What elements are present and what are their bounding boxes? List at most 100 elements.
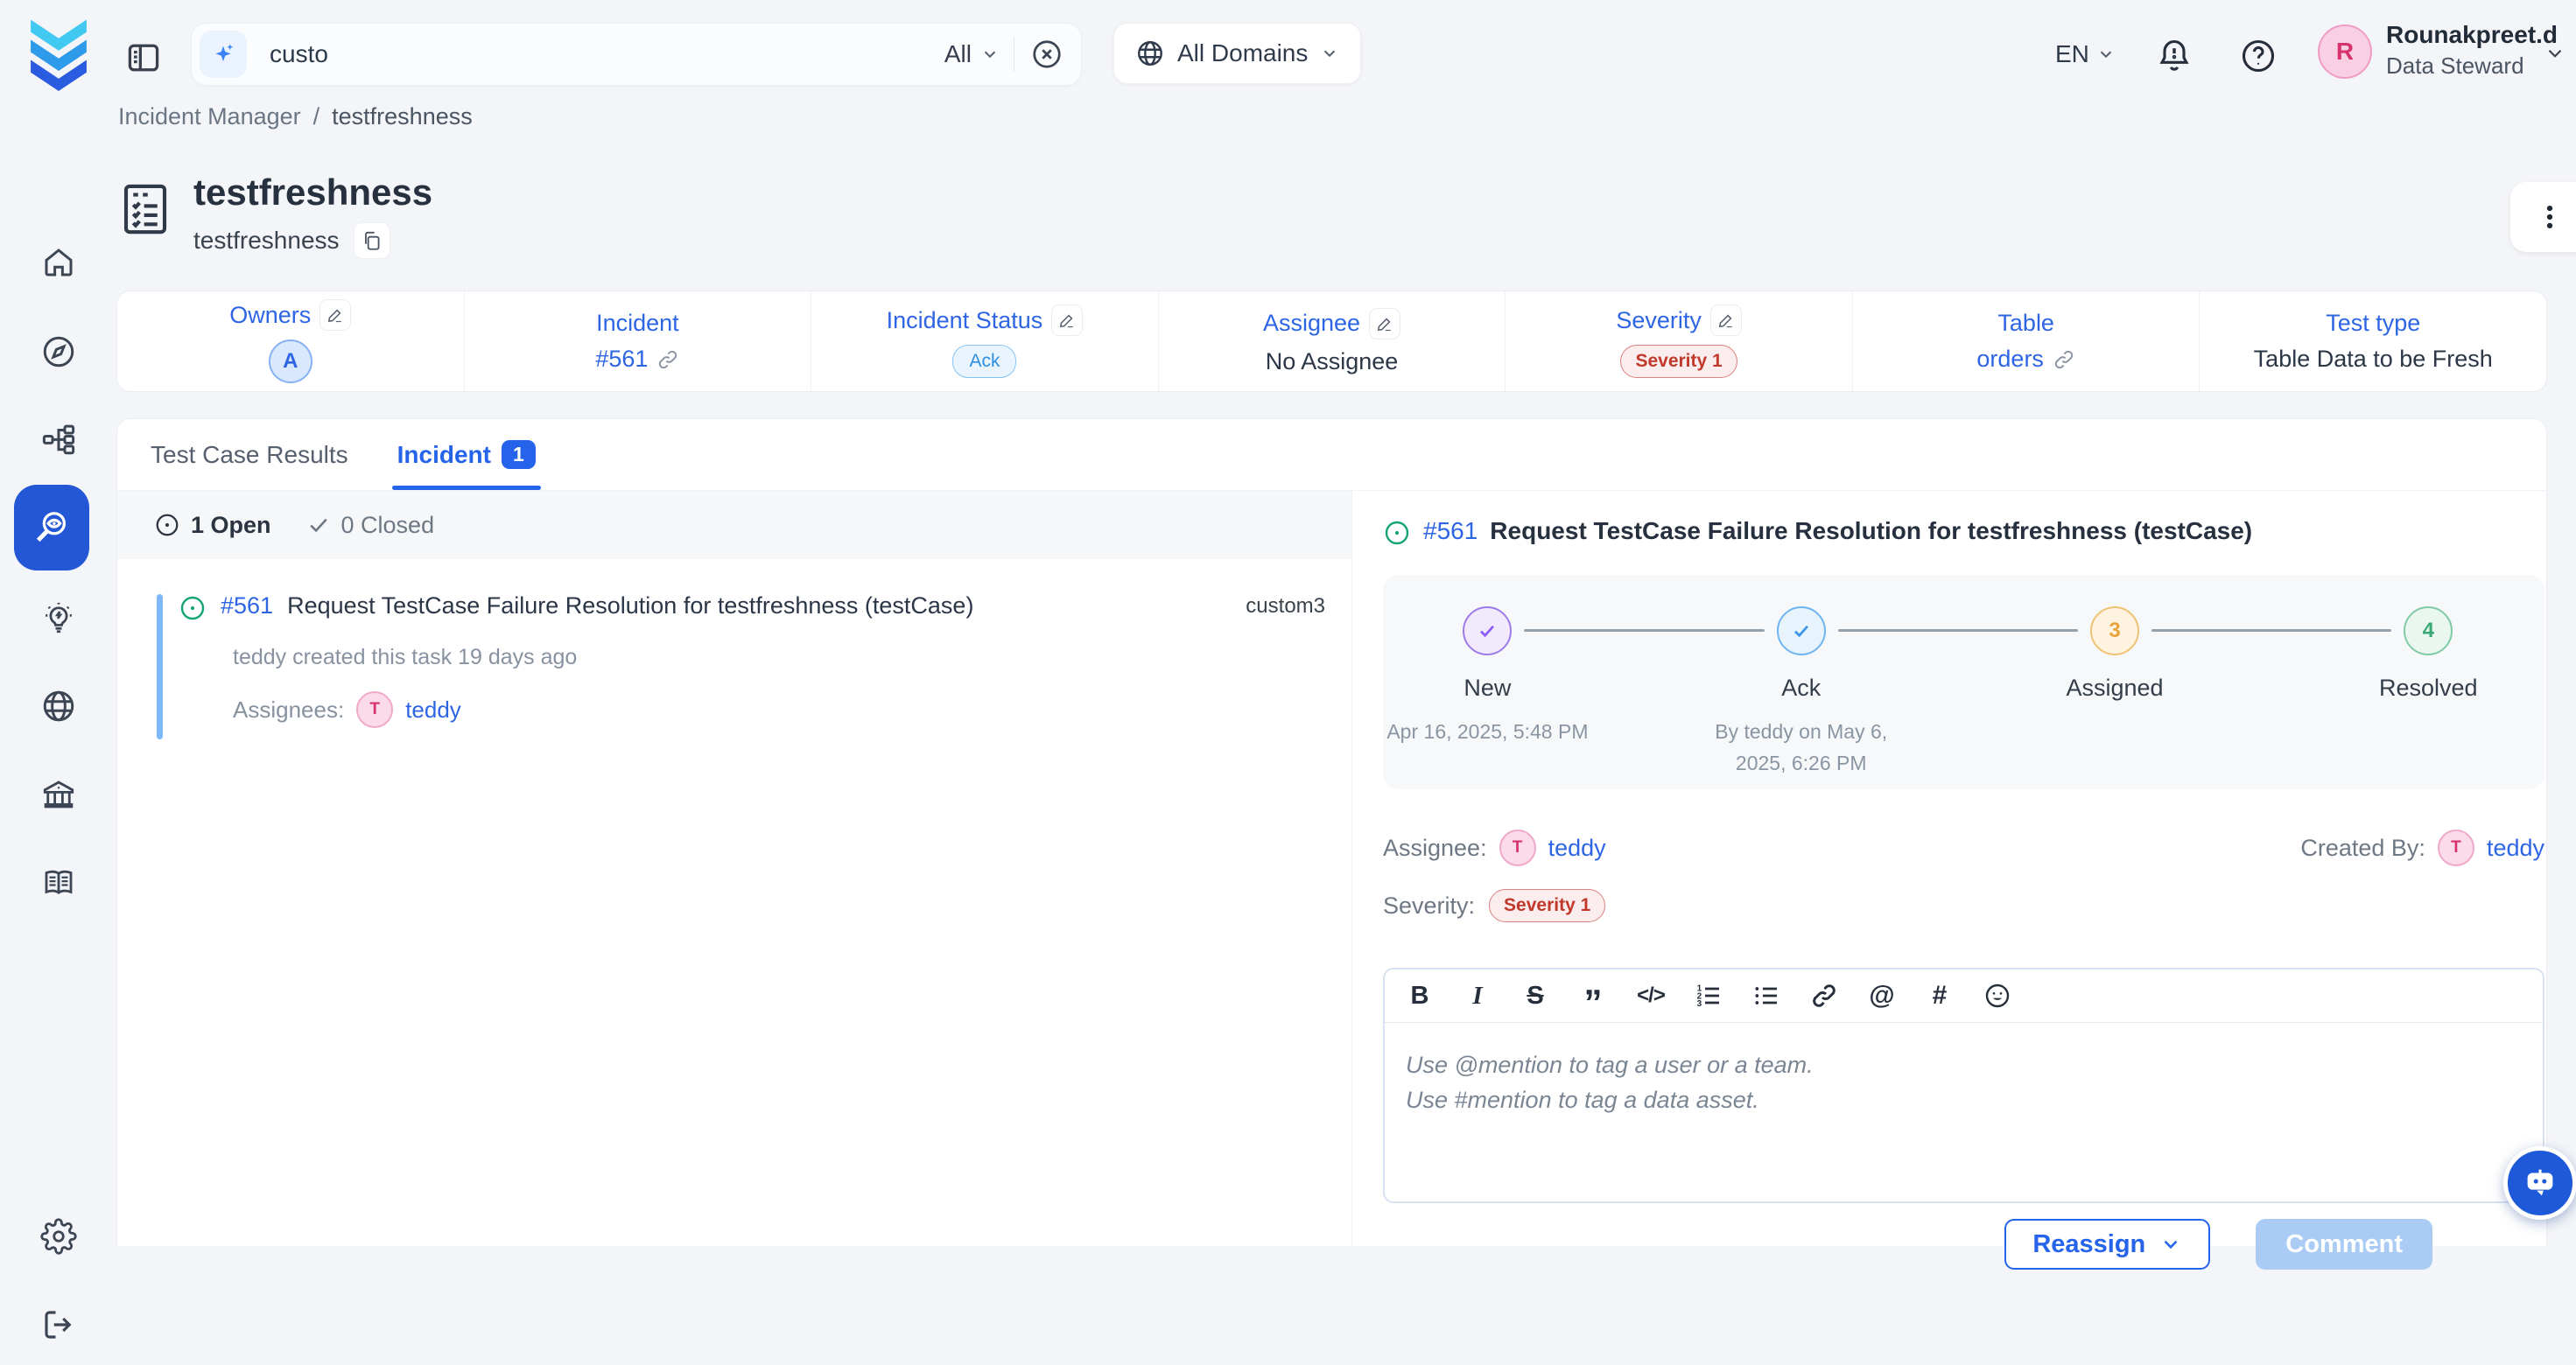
observe-quality-icon-active[interactable] — [14, 485, 89, 570]
explore-compass-icon[interactable] — [0, 312, 116, 392]
insights-lightbulb-icon[interactable] — [0, 578, 116, 658]
selected-item-indicator — [157, 594, 163, 739]
copy-icon[interactable] — [354, 222, 390, 259]
globe-icon — [1135, 38, 1165, 68]
step-note: Apr 16, 2025, 5:48 PM — [1386, 720, 1588, 743]
language-dropdown[interactable]: EN — [2055, 40, 2116, 68]
search-scope-dropdown[interactable]: All — [930, 40, 1014, 68]
owner-avatar[interactable]: A — [269, 340, 312, 383]
assignee-avatar: T — [356, 691, 393, 728]
settings-gear-icon[interactable] — [0, 1196, 116, 1277]
search-input[interactable] — [268, 39, 930, 69]
info-cell-owners: Owners A — [117, 291, 464, 391]
svg-text:3: 3 — [1697, 999, 1702, 1009]
info-cell-incident: Incident #561 — [464, 291, 811, 391]
glossary-book-icon[interactable] — [0, 842, 116, 922]
tab-incident[interactable]: Incident 1 — [392, 419, 541, 490]
chevron-down-icon — [980, 45, 1000, 64]
detail-severity: Severity: Severity 1 — [1383, 889, 2544, 922]
incident-link[interactable]: #561 — [595, 346, 648, 373]
table-link[interactable]: orders — [1976, 346, 2044, 373]
assignee-name-link[interactable]: teddy — [405, 696, 461, 724]
lineage-flow-icon[interactable] — [0, 399, 116, 480]
created-by-link[interactable]: teddy — [2487, 835, 2544, 862]
user-role: Data Steward — [2386, 51, 2558, 80]
incident-title: Request TestCase Failure Resolution for … — [287, 592, 1232, 620]
breadcrumb-parent[interactable]: Incident Manager — [118, 103, 301, 130]
step-label: Ack — [1657, 675, 1946, 702]
test-type-value: Table Data to be Fresh — [2254, 346, 2493, 373]
user-menu-chevron-icon[interactable] — [2544, 42, 2566, 65]
help-icon[interactable] — [2239, 37, 2278, 75]
page-header: testfreshness testfreshness — [116, 172, 432, 259]
step-check-icon — [1463, 606, 1512, 655]
comment-input[interactable]: Use @mention to tag a user or a team. Us… — [1385, 1023, 2543, 1201]
ordered-list-icon[interactable]: 123 — [1693, 980, 1724, 1012]
tab-test-case-results[interactable]: Test Case Results — [145, 419, 354, 490]
user-avatar[interactable]: R — [2318, 24, 2372, 79]
reassign-label: Reassign — [2032, 1230, 2145, 1259]
all-domains-button[interactable]: All Domains — [1113, 23, 1361, 84]
global-search-bar[interactable]: All — [191, 23, 1082, 86]
incident-list-header: 1 Open 0 Closed — [117, 491, 1351, 559]
closed-count[interactable]: 0 Closed — [306, 512, 435, 539]
open-circle-dot-icon — [154, 512, 180, 538]
user-name: Rounakpreet.d — [2386, 19, 2558, 51]
unordered-list-icon[interactable] — [1751, 980, 1782, 1012]
search-scope-label: All — [944, 40, 972, 68]
timeline-step-ack: Ack By teddy on May 6, 2025, 6:26 PM — [1657, 606, 1946, 779]
mention-at-icon[interactable]: @ — [1866, 980, 1898, 1012]
breadcrumb: Incident Manager / testfreshness — [118, 103, 473, 130]
domains-globe-icon[interactable] — [0, 666, 116, 746]
incident-list-item[interactable]: #561 Request TestCase Failure Resolution… — [117, 587, 1351, 728]
chevron-down-icon — [2159, 1233, 2182, 1256]
detail-assignee-link[interactable]: teddy — [1548, 835, 1606, 862]
ai-sparkle-icon — [200, 31, 247, 78]
incident-id-link[interactable]: #561 — [221, 592, 273, 620]
timeline-step-assigned: 3 Assigned — [1970, 606, 2259, 702]
edit-assignee-pencil-icon[interactable] — [1369, 308, 1400, 340]
bold-icon[interactable]: B — [1404, 980, 1435, 1012]
logout-icon[interactable] — [0, 1284, 116, 1365]
chatbot-icon[interactable] — [2503, 1146, 2576, 1220]
code-block-icon[interactable]: </> — [1635, 980, 1667, 1012]
edit-severity-pencil-icon[interactable] — [1710, 304, 1742, 336]
timeline-step-new: New Apr 16, 2025, 5:48 PM — [1343, 606, 1632, 747]
edit-owners-pencil-icon[interactable] — [319, 299, 351, 331]
blockquote-icon[interactable]: ” — [1577, 980, 1609, 1012]
governance-bank-icon[interactable] — [0, 754, 116, 835]
incident-count-badge: 1 — [502, 440, 536, 469]
italic-icon[interactable]: I — [1462, 980, 1493, 1012]
reassign-button[interactable]: Reassign — [2004, 1219, 2210, 1270]
open-count[interactable]: 1 Open — [154, 512, 271, 539]
incident-content: 1 Open 0 Closed #561 Request TestCase Fa… — [116, 490, 2547, 1246]
info-cell-table: Table orders — [1852, 291, 2200, 391]
home-icon[interactable] — [0, 222, 116, 303]
created-by-avatar: T — [2438, 830, 2474, 866]
link-icon[interactable] — [1808, 980, 1840, 1012]
user-menu[interactable]: R Rounakpreet.d Data Steward — [2318, 19, 2558, 80]
clear-search-icon[interactable] — [1030, 38, 1063, 71]
strikethrough-icon[interactable]: S — [1520, 980, 1551, 1012]
detail-assignee: Assignee: T teddy — [1383, 830, 1606, 866]
more-actions-kebab-icon[interactable] — [2510, 182, 2576, 252]
hash-mention-icon[interactable]: # — [1924, 980, 1955, 1012]
created-by-label: Created By: — [2300, 835, 2425, 862]
open-incident-icon — [179, 594, 207, 622]
step-number: 4 — [2404, 606, 2453, 655]
sidebar-toggle-icon[interactable] — [124, 38, 163, 77]
emoji-icon[interactable] — [1982, 980, 2013, 1012]
detail-incident-id-link[interactable]: #561 — [1423, 517, 1478, 545]
notifications-bell-icon[interactable] — [2155, 37, 2193, 75]
asset-info-bar: Owners A Incident #561 Incident Status A… — [116, 290, 2547, 392]
app-logo-icon[interactable] — [25, 19, 93, 94]
detail-severity-label: Severity: — [1383, 892, 1475, 920]
severity-label: Severity — [1616, 307, 1702, 334]
edit-incident-status-pencil-icon[interactable] — [1051, 304, 1083, 336]
detail-created-by: Created By: T teddy — [2300, 830, 2544, 866]
comment-button-disabled[interactable]: Comment — [2256, 1219, 2432, 1270]
incident-list-panel: 1 Open 0 Closed #561 Request TestCase Fa… — [117, 491, 1351, 1246]
left-rail — [0, 114, 116, 1246]
check-icon — [306, 513, 331, 537]
chevron-down-icon — [1320, 44, 1339, 63]
